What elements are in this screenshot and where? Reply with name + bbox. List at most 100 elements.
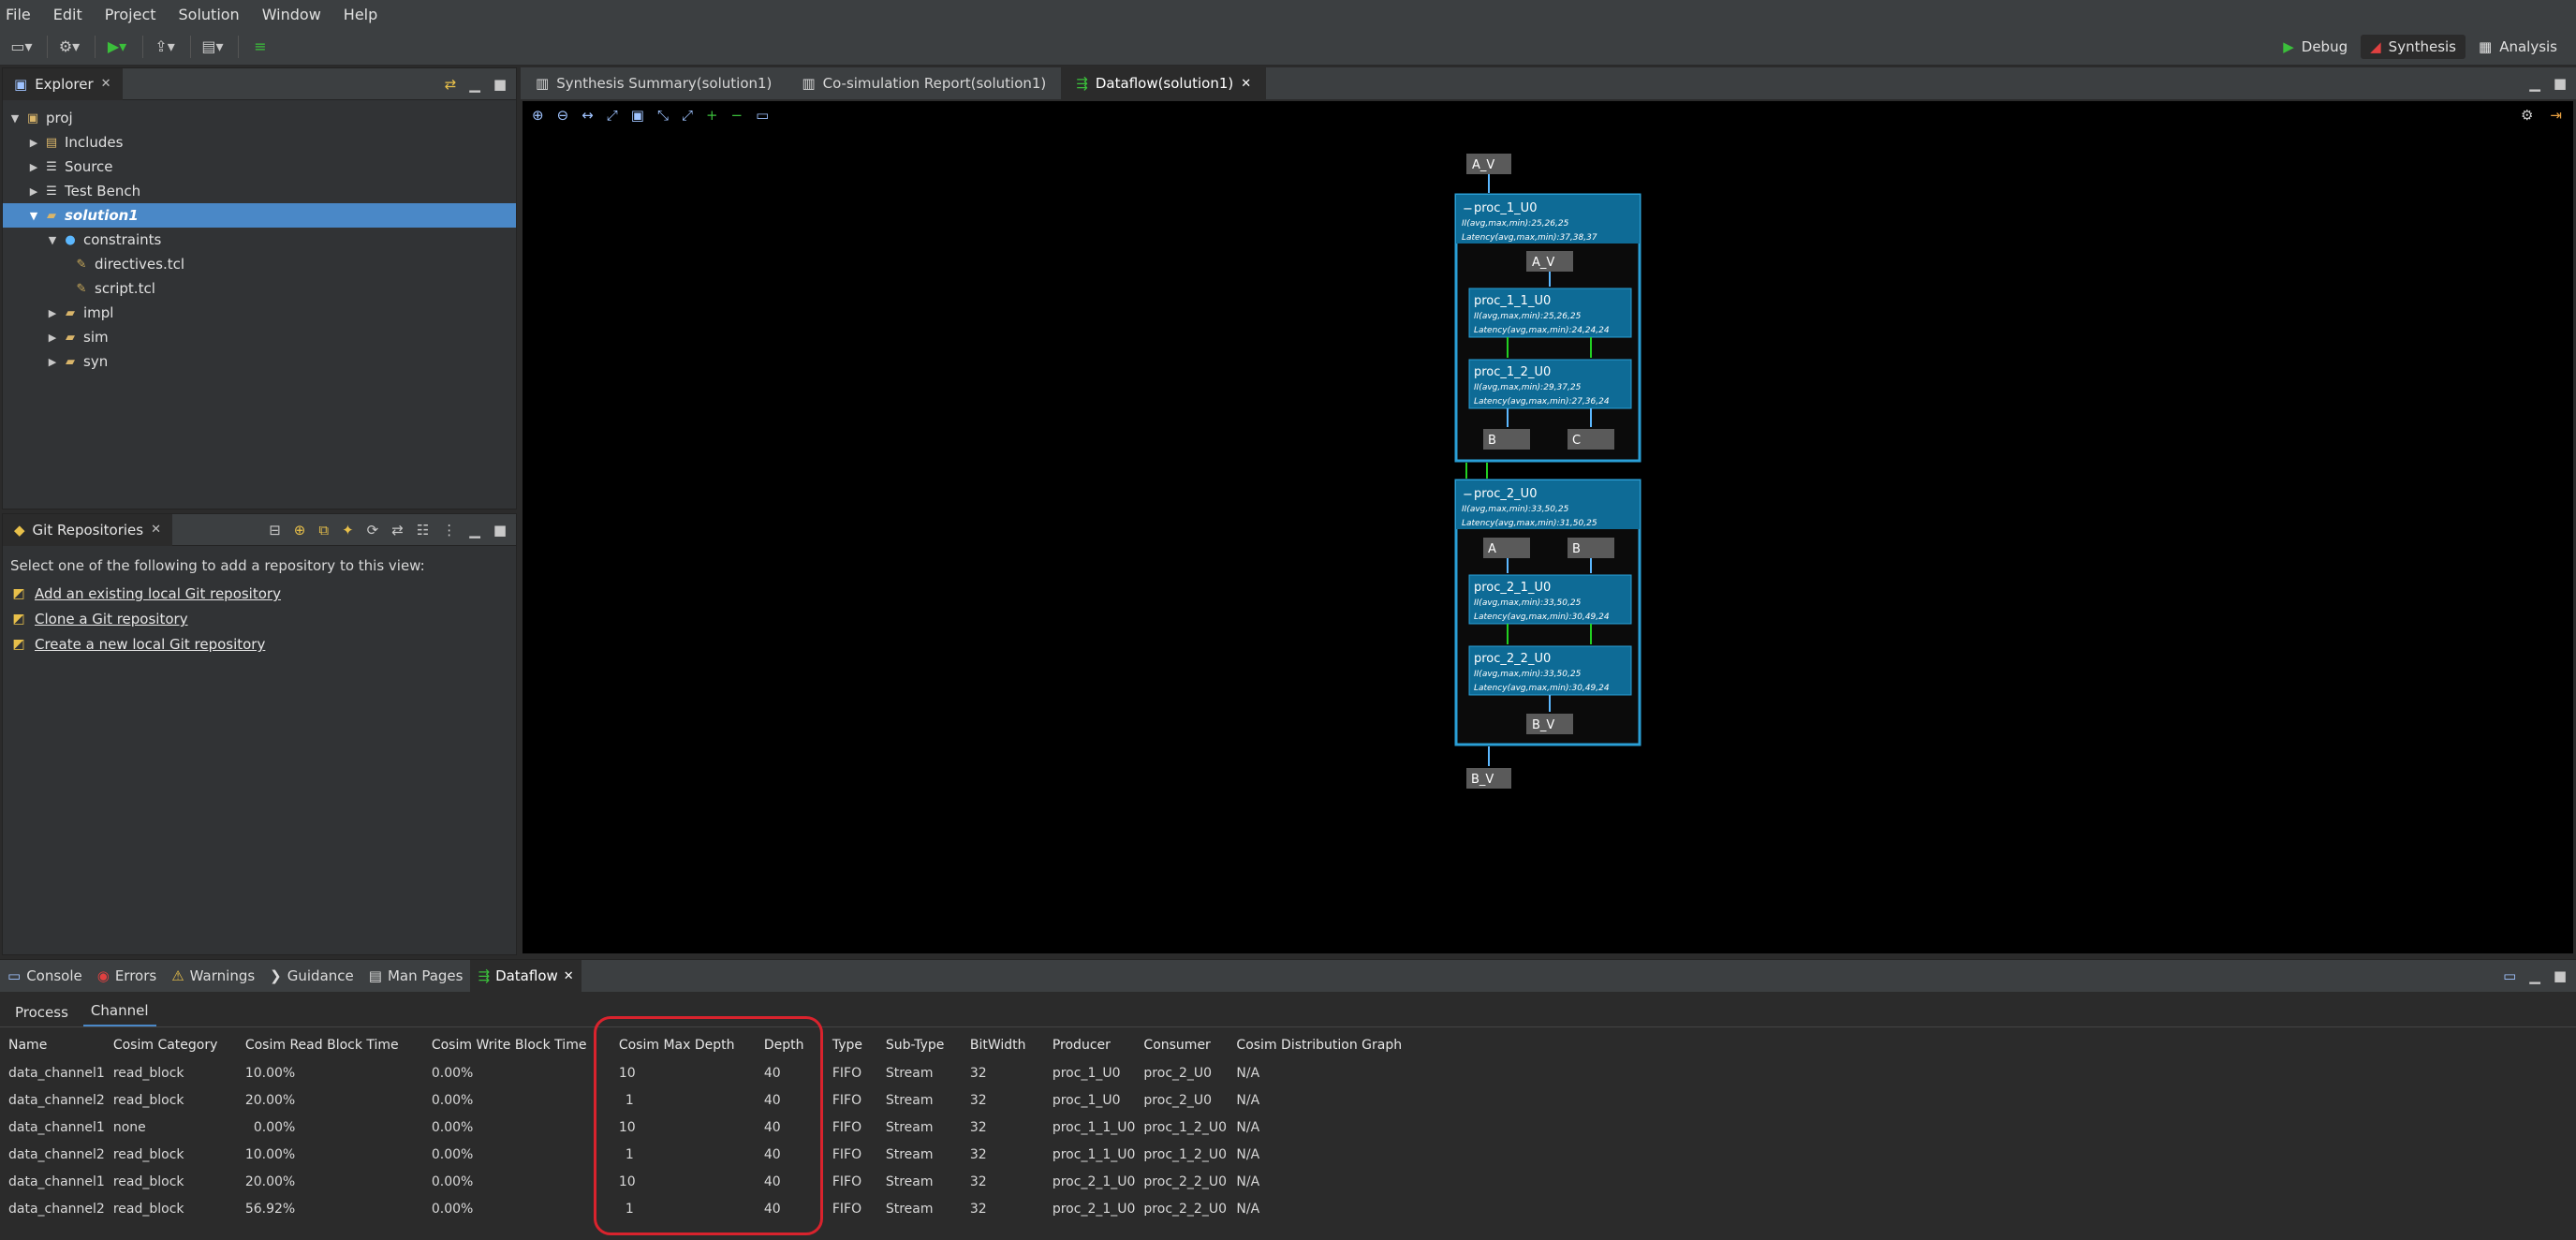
proc-1-1-block[interactable]: proc_1_1_U0 II(avg,max,min):25,26,25 Lat… xyxy=(1468,288,1632,338)
chevron-right-icon[interactable]: ▶ xyxy=(44,356,61,368)
menu-solution[interactable]: Solution xyxy=(179,6,240,23)
table-row[interactable]: data_channel2 read_block 20.00% 0.00% 1 40 FIF… xyxy=(0,1086,1434,1114)
view-menu-icon[interactable]: ⋮ xyxy=(442,522,456,539)
column-header[interactable]: Cosim Distribution Graph xyxy=(1228,1031,1434,1059)
refresh-icon[interactable]: ⟳ xyxy=(367,522,379,539)
tab-explorer[interactable]: ▣ Explorer ✕ xyxy=(3,67,123,100)
chevron-right-icon[interactable]: ▶ xyxy=(44,332,61,344)
minimize-icon[interactable]: ▁ xyxy=(469,522,480,539)
tab-dataflow-view[interactable]: ⇶ Dataflow ✕ xyxy=(470,960,581,992)
minimize-icon[interactable]: ▁ xyxy=(469,76,480,93)
tree-node-source[interactable]: ▶ ☰ Source xyxy=(3,155,516,179)
link-icon[interactable]: ⇄ xyxy=(391,522,404,539)
proc-1-2-block[interactable]: proc_1_2_U0 II(avg,max,min):29,37,25 Lat… xyxy=(1468,359,1632,409)
proc-2-1-block[interactable]: proc_2_1_U0 II(avg,max,min):33,50,25 Lat… xyxy=(1468,574,1632,625)
tab-errors[interactable]: ◉ Errors xyxy=(90,960,164,992)
close-icon[interactable]: ✕ xyxy=(151,523,161,537)
table-row[interactable]: data_channel2 read_block 10.00% 0.00% 1 40 FIF… xyxy=(0,1141,1434,1168)
add-repository-icon[interactable]: ⊕ xyxy=(294,522,306,539)
table-row[interactable]: data_channel1 none 0.00% 0.00% 10 40 FIFO Strea… xyxy=(0,1114,1434,1141)
tree-node-directives[interactable]: ✎ directives.tcl xyxy=(3,252,516,276)
table-row[interactable]: data_channel2 read_block 56.92% 0.00% 1 40 FIF… xyxy=(0,1195,1434,1222)
tab-git-repositories[interactable]: ◆ Git Repositories ✕ xyxy=(3,513,172,546)
tree-node-impl[interactable]: ▶ ▰ impl xyxy=(3,301,516,325)
close-icon[interactable]: ✕ xyxy=(101,77,111,91)
column-header[interactable]: Cosim Max Depth xyxy=(611,1031,756,1059)
column-header[interactable]: Consumer xyxy=(1135,1031,1228,1059)
tree-node-proj[interactable]: ▼ ▣ proj xyxy=(3,106,516,130)
proc-2-2-block[interactable]: proc_2_2_U0 II(avg,max,min):33,50,25 Lat… xyxy=(1468,645,1632,696)
link-editor-icon[interactable]: ⇄ xyxy=(445,76,457,93)
collapse-icon[interactable]: − xyxy=(1463,488,1473,502)
subtab-channel[interactable]: Channel xyxy=(82,996,156,1026)
chevron-down-icon[interactable]: ▼ xyxy=(7,112,23,125)
chevron-right-icon[interactable]: ▶ xyxy=(25,161,42,173)
tab-cosim-report[interactable]: ▥ Co-simulation Report(solution1) xyxy=(787,67,1061,99)
table-cell: 32 xyxy=(969,1201,987,1217)
export-icon[interactable]: ⇪▾ xyxy=(153,34,177,60)
column-header[interactable]: Cosim Category xyxy=(105,1031,237,1059)
menu-edit[interactable]: Edit xyxy=(53,6,82,23)
maximize-icon[interactable]: ■ xyxy=(493,522,507,539)
tree-node-syn[interactable]: ▶ ▰ syn xyxy=(3,349,516,374)
filter-icon[interactable]: ☷ xyxy=(417,522,429,539)
chevron-down-icon[interactable]: ▼ xyxy=(44,234,61,246)
tree-node-sim[interactable]: ▶ ▰ sim xyxy=(3,325,516,349)
collapse-icon[interactable]: − xyxy=(1463,202,1473,216)
tree-node-constraints[interactable]: ▼ ● constraints xyxy=(3,228,516,252)
chevron-right-icon[interactable]: ▶ xyxy=(25,185,42,198)
clone-repository-icon[interactable]: ⧉ xyxy=(318,522,329,539)
column-header[interactable]: BitWidth xyxy=(962,1031,1044,1059)
layout-toggle-icon[interactable]: ▭ xyxy=(2503,967,2516,984)
chevron-down-icon[interactable]: ▼ xyxy=(25,210,42,222)
add-existing-repo-link[interactable]: ◩ Add an existing local Git repository xyxy=(10,585,508,602)
create-repo-link[interactable]: ◩ Create a new local Git repository xyxy=(10,636,508,653)
settings-icon[interactable]: ⚙▾ xyxy=(57,34,81,60)
maximize-icon[interactable]: ■ xyxy=(493,76,507,93)
column-header[interactable]: Sub-Type xyxy=(877,1031,962,1059)
table-row[interactable]: data_channel1 read_block 20.00% 0.00% 10 40 FI… xyxy=(0,1168,1434,1195)
menu-project[interactable]: Project xyxy=(105,6,156,23)
tree-node-solution1[interactable]: ▼ ▰ solution1 xyxy=(3,203,516,228)
dataflow-canvas[interactable]: ⊕ ⊖ ↔ ⤢ ▣ ⤡ ⤢ + − ▭ ⚙ ⇥ − proc_1_U0 II(a… xyxy=(523,101,2573,953)
column-header[interactable]: Type xyxy=(824,1031,877,1059)
tab-synthesis-summary[interactable]: ▥ Synthesis Summary(solution1) xyxy=(521,67,787,99)
terminal-icon[interactable]: ≡ xyxy=(248,34,272,60)
tab-warnings[interactable]: ⚠ Warnings xyxy=(164,960,262,992)
menu-help[interactable]: Help xyxy=(344,6,377,23)
close-icon[interactable]: ✕ xyxy=(1241,77,1251,91)
column-header[interactable]: Cosim Write Block Time xyxy=(423,1031,611,1059)
chevron-right-icon[interactable]: ▶ xyxy=(25,137,42,149)
run-icon[interactable]: ▶▾ xyxy=(105,34,129,60)
tree-node-includes[interactable]: ▶ ▤ Includes xyxy=(3,130,516,155)
maximize-icon[interactable]: ■ xyxy=(2554,967,2567,984)
perspective-debug[interactable]: ▶ Debug xyxy=(2274,35,2357,59)
clone-repo-link[interactable]: ◩ Clone a Git repository xyxy=(10,611,508,627)
column-header[interactable]: Cosim Read Block Time xyxy=(237,1031,423,1059)
tab-guidance[interactable]: ❯ Guidance xyxy=(262,960,361,992)
layout-icon[interactable]: ▤▾ xyxy=(200,34,225,60)
tab-man-pages[interactable]: ▤ Man Pages xyxy=(361,960,471,992)
column-header[interactable]: Depth xyxy=(756,1031,824,1059)
tab-dataflow[interactable]: ⇶ Dataflow(solution1) ✕ xyxy=(1061,67,1267,99)
tree-node-testbench[interactable]: ▶ ☰ Test Bench xyxy=(3,179,516,203)
create-repository-icon[interactable]: ✦ xyxy=(342,522,354,539)
menu-window[interactable]: Window xyxy=(262,6,321,23)
tab-console[interactable]: ▭ Console xyxy=(0,960,90,992)
close-icon[interactable]: ✕ xyxy=(564,969,574,983)
column-header[interactable]: Name xyxy=(0,1031,105,1059)
perspective-synthesis[interactable]: ◢ Synthesis xyxy=(2361,35,2466,59)
chevron-right-icon[interactable]: ▶ xyxy=(44,307,61,319)
minimize-icon[interactable]: ▁ xyxy=(2529,75,2540,92)
toolbar-separator xyxy=(142,35,143,58)
collapse-all-icon[interactable]: ⊟ xyxy=(269,522,281,539)
column-header[interactable]: Producer xyxy=(1044,1031,1136,1059)
menu-file[interactable]: File xyxy=(6,6,31,23)
tree-node-script[interactable]: ✎ script.tcl xyxy=(3,276,516,301)
minimize-icon[interactable]: ▁ xyxy=(2529,967,2540,984)
new-file-icon[interactable]: ▭▾ xyxy=(9,34,34,60)
subtab-process[interactable]: Process xyxy=(7,998,76,1026)
perspective-analysis[interactable]: ▦ Analysis xyxy=(2469,35,2567,59)
table-row[interactable]: data_channel1 read_block 10.00% 0.00% 10 40 FI… xyxy=(0,1059,1434,1086)
maximize-icon[interactable]: ■ xyxy=(2554,75,2567,92)
